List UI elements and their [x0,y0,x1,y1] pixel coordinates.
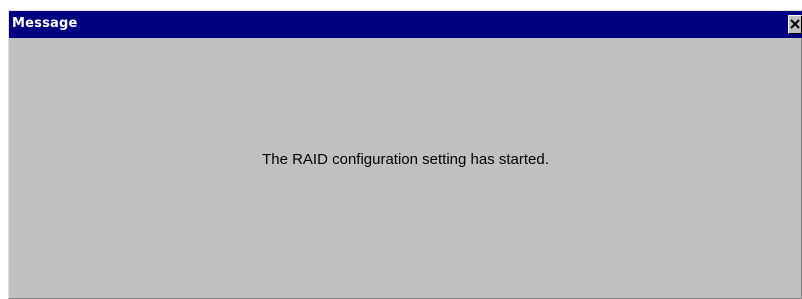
close-button[interactable] [788,15,802,34]
title-bar[interactable]: Message [9,11,802,38]
message-dialog: Message The RAID configuration setting h… [8,10,802,299]
message-text: The RAID configuration setting has start… [262,151,549,168]
window-title: Message [12,16,78,31]
dialog-body: The RAID configuration setting has start… [9,38,802,298]
close-icon [790,19,800,29]
